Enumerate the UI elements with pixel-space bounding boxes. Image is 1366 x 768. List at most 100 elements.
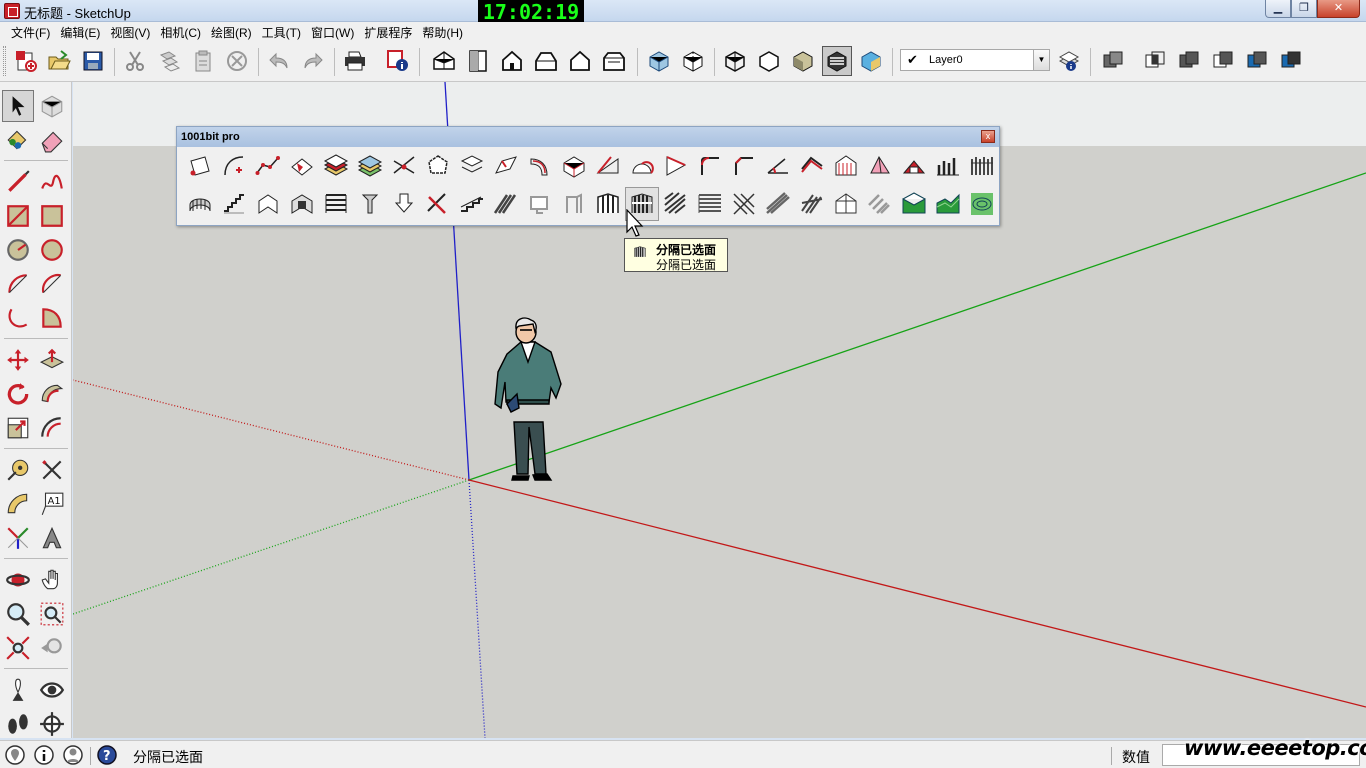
chevron-down-icon[interactable]: ▼ [1033,50,1049,70]
menu-view[interactable]: 视图(V) [105,24,155,41]
monochrome-icon[interactable] [856,46,886,76]
follow-me-icon[interactable] [36,378,68,410]
walk-tool-icon[interactable] [2,708,34,740]
menu-edit[interactable]: 编辑(E) [55,24,105,41]
extend-edge-icon[interactable] [455,149,489,183]
zoom-window-icon[interactable] [36,598,68,630]
make-component-icon[interactable] [36,90,68,122]
decking-icon[interactable] [795,187,829,221]
column-array-icon[interactable] [931,149,965,183]
close-button[interactable]: ✕ [1317,0,1360,18]
palette-title[interactable]: 1001bit pro [177,127,999,147]
stack-layers-icon[interactable] [319,149,353,183]
back-view-icon[interactable] [565,46,595,76]
left-view-icon[interactable] [599,46,629,76]
new-icon[interactable] [11,46,41,76]
save-icon[interactable] [78,46,108,76]
right-view-icon[interactable] [531,46,561,76]
xray-icon[interactable] [644,46,674,76]
terrain-slope-icon[interactable] [931,187,965,221]
menu-window[interactable]: 窗口(W) [306,24,359,41]
rectangle-tool-icon[interactable] [2,200,34,232]
menu-camera[interactable]: 相机(C) [155,24,206,41]
intersect-icon[interactable] [1140,46,1170,76]
circle-tool-icon[interactable] [2,234,34,266]
rotated-rectangle-icon[interactable] [36,200,68,232]
contour-terrain-icon[interactable] [965,187,999,221]
credits-icon[interactable] [33,744,55,766]
menu-extensions[interactable]: 扩展程序 [359,24,417,41]
split-icon[interactable] [1276,46,1306,76]
menu-file[interactable]: 文件(F) [6,24,55,41]
geolocation-icon[interactable] [4,744,26,766]
push-down-icon[interactable] [387,187,421,221]
zoom-extents-icon[interactable] [2,632,34,664]
louvre-icon[interactable] [319,187,353,221]
arc-tool-icon[interactable] [2,268,34,300]
arch-frame-icon[interactable] [829,187,863,221]
polygon-tool-icon[interactable] [36,234,68,266]
zoom-tool-icon[interactable] [2,598,34,630]
push-pull-icon[interactable] [36,344,68,376]
baluster-array-icon[interactable] [965,149,999,183]
slope-cut-icon[interactable] [591,149,625,183]
hidden-line-icon[interactable] [754,46,784,76]
two-point-arc-icon[interactable] [36,268,68,300]
corner-chamfer-icon[interactable] [727,149,761,183]
triangle-split-icon[interactable] [659,149,693,183]
fillet-face-icon[interactable] [285,149,319,183]
maximize-button[interactable]: ❐ [1291,0,1317,18]
stripes-pattern-icon[interactable] [693,187,727,221]
sheet-wall-icon[interactable] [251,187,285,221]
rotate-tool-icon[interactable] [2,378,34,410]
intersect-lines-icon[interactable] [387,149,421,183]
trim-icon[interactable] [1242,46,1272,76]
scale-tool-icon[interactable] [2,412,34,444]
redo-icon[interactable] [298,46,328,76]
subtract-icon[interactable] [1208,46,1238,76]
pie-tool-icon[interactable] [36,302,68,334]
curved-sweep-icon[interactable] [523,149,557,183]
slat-array-icon[interactable] [761,187,795,221]
wall-curve-icon[interactable] [183,187,217,221]
roof-hip-icon[interactable] [863,149,897,183]
shingle-icon[interactable] [863,187,897,221]
profile-extrude-icon[interactable] [489,149,523,183]
paint-bucket-icon[interactable] [2,124,34,156]
hatch-pattern-icon[interactable] [659,187,693,221]
roof-dormer-icon[interactable] [897,149,931,183]
previous-view-icon[interactable] [36,632,68,664]
eraser-icon[interactable] [36,124,68,156]
erase-icon[interactable] [222,46,252,76]
dome-icon[interactable] [625,149,659,183]
opening-icon[interactable] [285,187,319,221]
wireframe-icon[interactable] [720,46,750,76]
corner-fillet-icon[interactable] [693,149,727,183]
cut-icon[interactable] [120,46,150,76]
menu-tools[interactable]: 工具(T) [257,24,306,41]
look-around-icon[interactable] [36,674,68,706]
polygon-outline-icon[interactable] [421,149,455,183]
stair-curve-icon[interactable] [217,187,251,221]
open-icon[interactable] [44,46,74,76]
axes-tool-icon[interactable] [2,522,34,554]
door-frame-icon[interactable] [557,187,591,221]
model-info-icon[interactable] [383,46,413,76]
tape-measure-icon[interactable] [2,454,34,486]
outer-shell-icon[interactable] [1098,46,1128,76]
offset-tool-icon[interactable] [36,412,68,444]
user-account-icon[interactable] [62,744,84,766]
freehand-tool-icon[interactable] [36,166,68,198]
toolbar-grip[interactable] [3,46,6,76]
frame-face-icon[interactable] [523,187,557,221]
iso-view-icon[interactable] [429,46,459,76]
text-tool-icon[interactable]: A1 [36,488,68,520]
move-tool-icon[interactable] [2,344,34,376]
stack-color-layers-icon[interactable] [353,149,387,183]
stair-straight-icon[interactable] [455,187,489,221]
minimize-button[interactable]: ▁ [1265,0,1291,18]
help-icon[interactable]: ? [96,744,118,766]
section-plane-icon[interactable] [36,708,68,740]
box-outline-icon[interactable] [557,149,591,183]
rafters-icon[interactable] [489,187,523,221]
